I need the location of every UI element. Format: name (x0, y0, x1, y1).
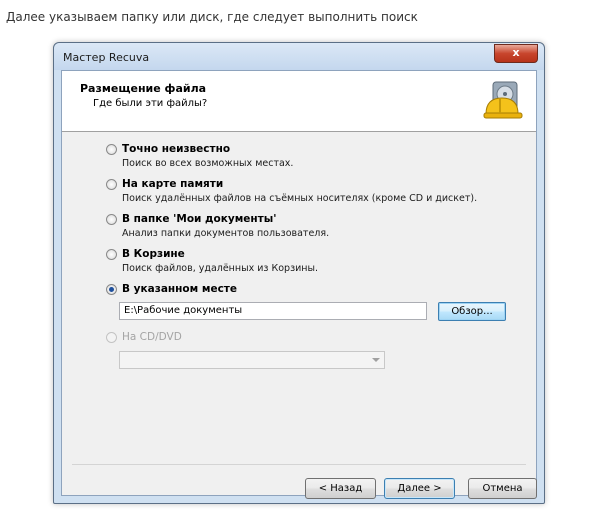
option-unknown-desc: Поиск во всех возможных местах. (122, 158, 294, 169)
close-button[interactable]: x (494, 44, 538, 63)
option-unknown-label: Точно неизвестно (122, 143, 231, 155)
next-button[interactable]: Далее > (384, 478, 455, 499)
radio-cd-dvd[interactable] (106, 332, 117, 343)
window-title: Мастер Recuva (63, 51, 150, 64)
wizard-header: Размещение файла Где были эти файлы? (62, 71, 536, 132)
cd-drive-select[interactable] (119, 351, 385, 369)
option-memory-card-label: На карте памяти (122, 178, 224, 190)
radio-memory-card[interactable] (106, 179, 117, 190)
title-bar[interactable]: Мастер Recuva x (54, 43, 544, 70)
radio-unknown[interactable] (106, 144, 117, 155)
radio-my-documents[interactable] (106, 214, 117, 225)
option-my-documents-label: В папке 'Мои документы' (122, 213, 277, 225)
recuva-wizard-window: Мастер Recuva x Размещение файла Где был… (53, 42, 545, 504)
cancel-button[interactable]: Отмена (468, 478, 537, 499)
close-icon: x (512, 46, 520, 59)
option-memory-card-desc: Поиск удалённых файлов на съёмных носите… (122, 193, 478, 204)
back-button[interactable]: < Назад (305, 478, 376, 499)
chevron-down-icon (372, 358, 380, 362)
radio-specific-location[interactable] (106, 284, 117, 295)
path-input[interactable]: E:\Рабочие документы (119, 302, 427, 320)
wizard-body: Размещение файла Где были эти файлы? Точ… (61, 70, 537, 499)
option-cd-dvd-label: На CD/DVD (122, 331, 182, 343)
option-my-documents-desc: Анализ папки документов пользователя. (122, 228, 330, 239)
header-title: Размещение файла (80, 82, 207, 95)
browse-button[interactable]: Обзор... (438, 302, 506, 321)
hard-drive-with-helmet-icon (483, 81, 523, 119)
footer-divider (72, 464, 526, 465)
header-subtitle: Где были эти файлы? (93, 98, 208, 109)
option-recycle-bin-desc: Поиск файлов, удалённых из Корзины. (122, 263, 319, 274)
option-specific-location-label: В указанном месте (122, 283, 237, 295)
page-caption: Далее указываем папку или диск, где след… (6, 10, 418, 24)
option-recycle-bin-label: В Корзине (122, 248, 185, 260)
radio-recycle-bin[interactable] (106, 249, 117, 260)
